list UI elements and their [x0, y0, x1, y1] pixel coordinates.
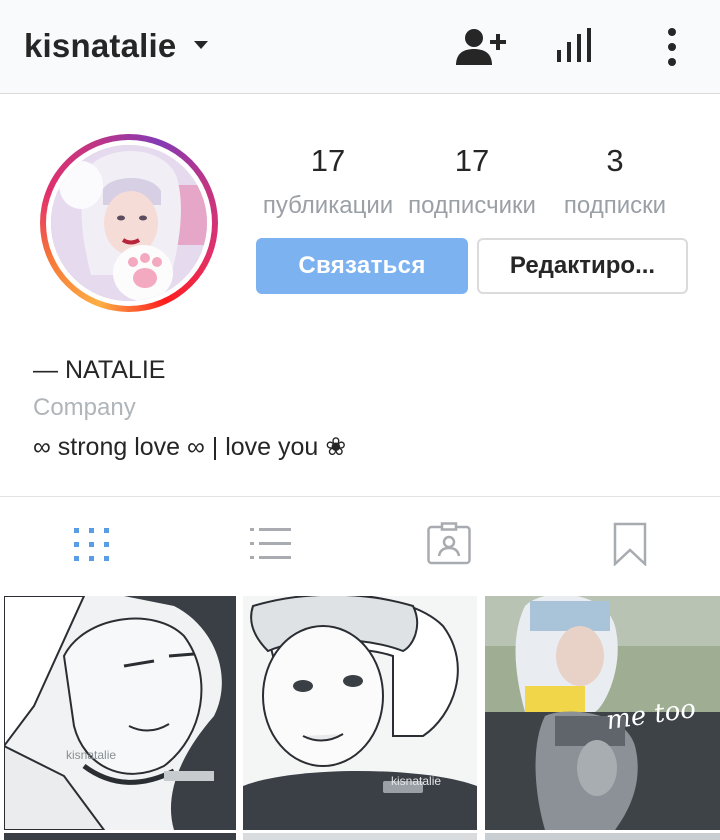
stat-followers[interactable]: 17 подписчики	[402, 143, 542, 221]
avatar	[51, 145, 207, 301]
post-thumbnail-6[interactable]	[485, 833, 720, 840]
post-thumbnail-2[interactable]: kisnatalie	[243, 596, 477, 830]
post-watermark: kisnatalie	[66, 748, 117, 762]
stat-following[interactable]: 3 подписки	[556, 143, 674, 221]
edit-profile-button[interactable]: Редактиро...	[477, 238, 688, 294]
avatar-story-ring[interactable]	[40, 134, 218, 312]
contact-button[interactable]: Связаться	[256, 238, 468, 294]
avatar-image	[51, 145, 207, 301]
posts-count: 17	[310, 143, 346, 178]
divider	[0, 496, 720, 497]
username-title[interactable]: kisnatalie	[24, 26, 176, 66]
list-icon[interactable]	[249, 522, 293, 566]
bio-category: Company	[33, 394, 136, 421]
grid-icon[interactable]	[70, 522, 114, 566]
following-count: 3	[606, 143, 624, 178]
posts-label: публикации	[262, 192, 394, 219]
followers-count: 17	[454, 143, 490, 178]
bio-name: — NATALIE	[33, 356, 166, 384]
stat-posts[interactable]: 17 публикации	[256, 143, 400, 221]
post-thumbnail-5[interactable]	[243, 833, 477, 840]
tagged-person-icon[interactable]	[427, 522, 471, 566]
more-vertical-icon[interactable]	[662, 26, 682, 68]
post-thumbnail-1[interactable]: kisnatalie	[4, 596, 236, 830]
stats-icon[interactable]	[554, 26, 596, 66]
bookmark-icon[interactable]	[608, 522, 652, 566]
post-watermark: kisnatalie	[391, 774, 442, 788]
following-label: подписки	[563, 192, 667, 219]
post-thumbnail-4[interactable]	[4, 833, 236, 840]
bio-text: ∞ strong love ∞ | love you ❀	[33, 433, 347, 461]
top-bar: kisnatalie	[0, 0, 720, 94]
add-person-icon[interactable]	[454, 27, 508, 67]
followers-label: подписчики	[408, 192, 536, 219]
caret-down-icon[interactable]	[194, 40, 208, 50]
